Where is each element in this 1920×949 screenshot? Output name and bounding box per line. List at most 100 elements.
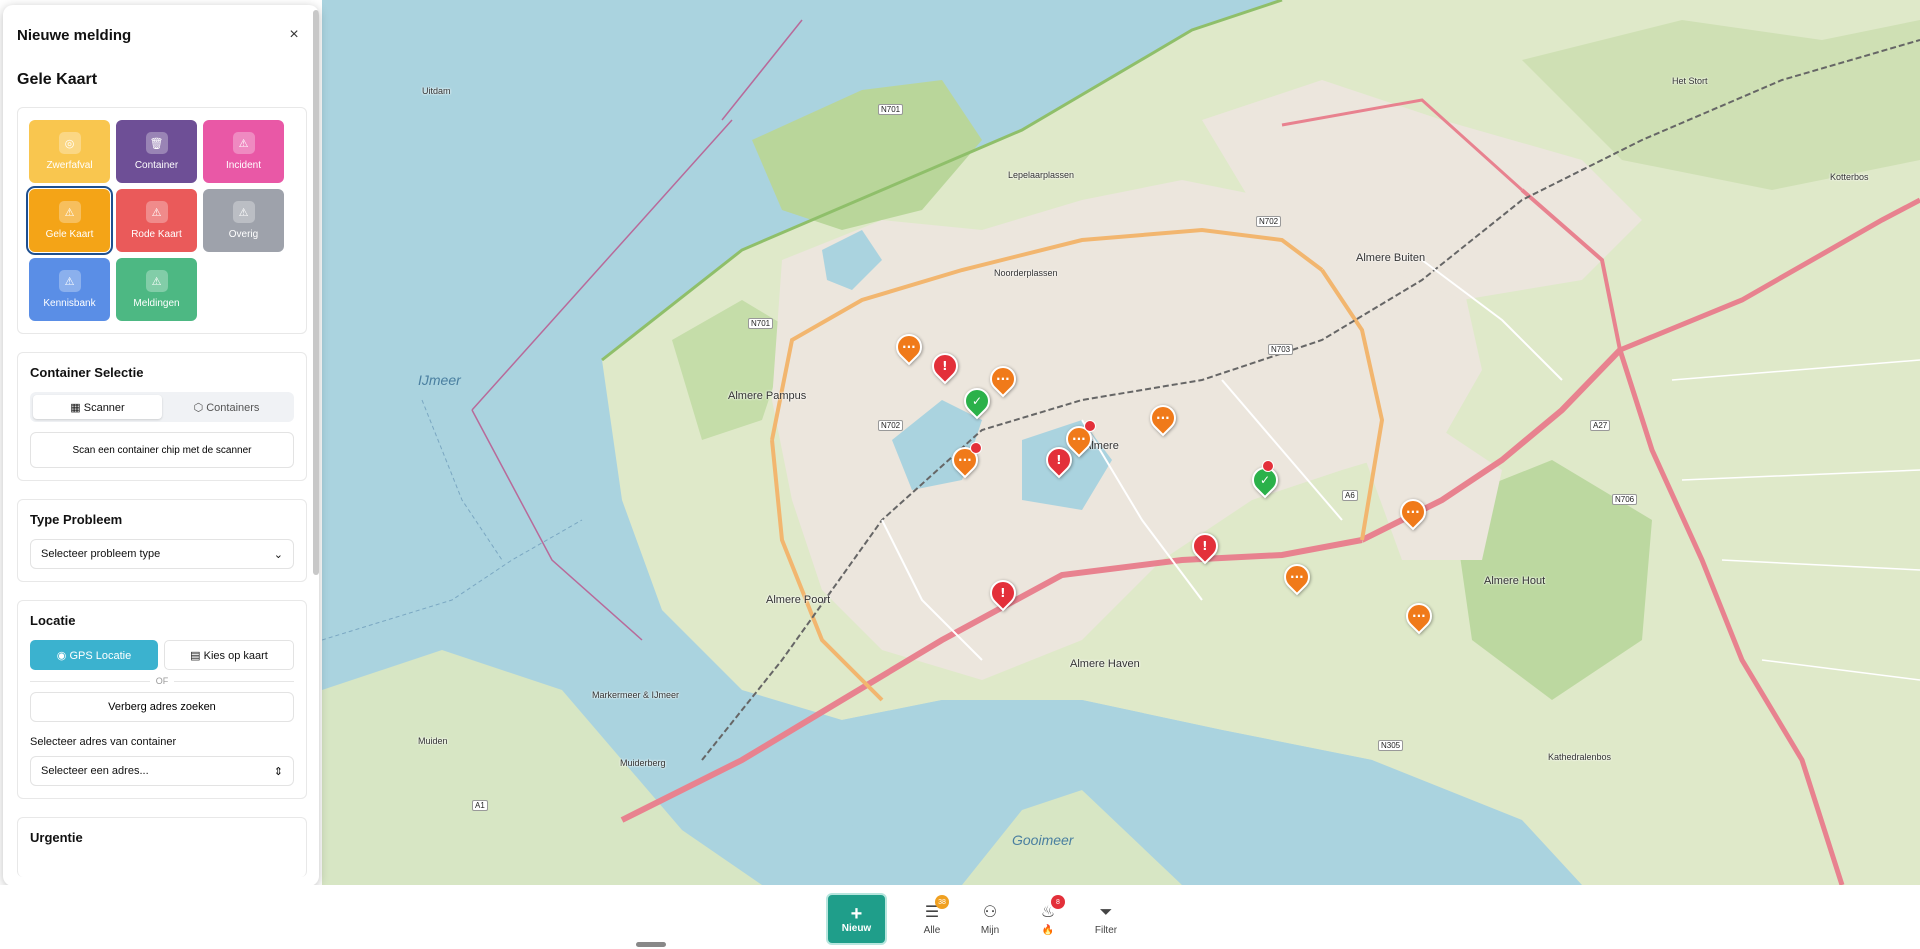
address-select[interactable]: Selecteer een adres... ⇕ bbox=[30, 756, 294, 786]
map-road-n702-east: N702 bbox=[1256, 216, 1282, 227]
problem-type-placeholder: Selecteer probleem type bbox=[41, 548, 161, 560]
container-card: Container Selectie ▦ Scanner ⬡ Container… bbox=[17, 352, 307, 481]
hide-address-search-button[interactable]: Verberg adres zoeken bbox=[30, 692, 294, 722]
nav-all-badge: 38 bbox=[935, 895, 949, 909]
map-view[interactable]: IJmeer Gooimeer Almere Pampus Almere Poo… bbox=[322, 0, 1920, 885]
warning-icon: ⚠ bbox=[58, 270, 81, 292]
map-label-het-stort: Het Stort bbox=[1672, 76, 1708, 86]
warning-icon: ⚠ bbox=[58, 201, 81, 223]
nav-hot[interactable]: ♨ 🔥 8 bbox=[1019, 893, 1077, 945]
scanner-icon: ▦ bbox=[70, 401, 84, 414]
map-road-n703: N703 bbox=[1268, 344, 1294, 355]
map-label-ijmeer: IJmeer bbox=[418, 372, 461, 388]
urgency-title: Urgentie bbox=[30, 830, 83, 845]
map-label-uitdam: Uitdam bbox=[422, 86, 451, 96]
category-tile-kennisbank[interactable]: ⚠ Kennisbank bbox=[29, 258, 110, 321]
map-pin-icon: ◎ bbox=[58, 132, 81, 154]
map-label-almere-haven: Almere Haven bbox=[1070, 658, 1140, 670]
panel-scrollbar[interactable] bbox=[313, 10, 319, 575]
location-buttons: ◉ GPS Locatie ▤ Kies op kaart bbox=[30, 640, 294, 670]
new-report-label: Nieuw bbox=[841, 922, 872, 934]
category-tile-container[interactable]: 🗑 Container bbox=[116, 120, 197, 183]
problem-type-select[interactable]: Selecteer probleem type ⌄ bbox=[30, 539, 294, 569]
pick-on-map-button[interactable]: ▤ Kies op kaart bbox=[164, 640, 294, 670]
warning-icon: ⚠ bbox=[145, 270, 168, 292]
plus-icon: + bbox=[850, 902, 863, 925]
map-label-markermeer: Markermeer & IJmeer bbox=[592, 690, 680, 700]
map-label-lepelaarplassen: Lepelaarplassen bbox=[1008, 170, 1075, 180]
gps-location-label: GPS Locatie bbox=[69, 649, 132, 662]
map-label-almere-poort: Almere Poort bbox=[766, 594, 831, 606]
close-button[interactable]: × bbox=[283, 24, 305, 46]
category-tile-zwerfafval[interactable]: ◎ Zwerfafval bbox=[29, 120, 110, 183]
panel-header: Nieuwe melding × bbox=[3, 5, 319, 49]
warning-icon: ⚠ bbox=[145, 201, 168, 223]
panel-subtitle: Gele Kaart bbox=[17, 71, 98, 88]
category-tile-label: Zwerfafval bbox=[46, 160, 93, 171]
or-divider: OF bbox=[30, 676, 294, 686]
tab-containers[interactable]: ⬡ Containers bbox=[162, 395, 291, 419]
new-report-button[interactable]: + Nieuw bbox=[826, 893, 887, 945]
problem-card: Type Probleem Selecteer probleem type ⌄ bbox=[17, 499, 307, 582]
warning-icon: ⚠ bbox=[232, 201, 255, 223]
category-tile-label: Rode Kaart bbox=[131, 229, 182, 240]
category-tile-label: Incident bbox=[225, 160, 262, 171]
container-tabs: ▦ Scanner ⬡ Containers bbox=[30, 392, 294, 422]
map-label-muiderberg: Muiderberg bbox=[620, 758, 666, 768]
map-road-a6: A6 bbox=[1342, 490, 1358, 501]
map-road-n702: N702 bbox=[878, 420, 904, 431]
map-label-noorderplassen: Noorderplassen bbox=[994, 268, 1058, 278]
map-label-almere-buiten: Almere Buiten bbox=[1356, 252, 1426, 264]
nav-all[interactable]: ☰ Alle 38 bbox=[903, 893, 961, 945]
map-marker-mini-badge bbox=[970, 442, 982, 454]
panel-title: Nieuwe melding bbox=[17, 26, 132, 44]
container-title: Container Selectie bbox=[30, 365, 144, 380]
category-tile-label: Gele Kaart bbox=[45, 229, 94, 240]
category-tile-meldingen[interactable]: ⚠ Meldingen bbox=[116, 258, 197, 321]
problem-title: Type Probleem bbox=[30, 512, 123, 527]
tab-scanner[interactable]: ▦ Scanner bbox=[33, 395, 162, 419]
category-tile-label: Overig bbox=[228, 229, 259, 240]
category-tile-incident[interactable]: ⚠ Incident bbox=[203, 120, 284, 183]
gps-location-button[interactable]: ◉ GPS Locatie bbox=[30, 640, 158, 670]
nav-mine[interactable]: ⚇ Mijn bbox=[961, 893, 1019, 945]
map-road-n305: N305 bbox=[1378, 740, 1404, 751]
bottom-navigation: + Nieuw ☰ Alle 38 ⚇ Mijn ♨ 🔥 8 ⏷ Filter bbox=[0, 885, 1920, 949]
map-marker-mini-badge bbox=[1084, 420, 1096, 432]
nav-mine-label: Mijn bbox=[980, 924, 1000, 936]
category-grid: ◎ Zwerfafval 🗑 Container ⚠ Incident ⚠ Gele Kaar… bbox=[26, 120, 295, 321]
scan-button[interactable]: Scan een container chip met de scanner bbox=[30, 432, 294, 468]
category-tile-overig[interactable]: ⚠ Overig bbox=[203, 189, 284, 252]
drag-handle[interactable] bbox=[636, 942, 666, 947]
map-road-n701-north: N701 bbox=[878, 104, 904, 115]
map-label-kathedralenbos: Kathedralenbos bbox=[1548, 752, 1612, 762]
location-card: Locatie ◉ GPS Locatie ▤ Kies op kaart OF… bbox=[17, 600, 307, 799]
map-tiles bbox=[322, 0, 1920, 885]
map-road-n706: N706 bbox=[1612, 494, 1638, 505]
tab-containers-label: Containers bbox=[206, 401, 260, 414]
tab-scanner-label: Scanner bbox=[83, 401, 125, 414]
chevron-down-icon: ⌄ bbox=[273, 548, 283, 561]
nav-filter[interactable]: ⏷ Filter bbox=[1077, 893, 1135, 945]
category-tile-label: Container bbox=[134, 160, 179, 171]
map-label-gooimeer: Gooimeer bbox=[1012, 832, 1074, 848]
pick-on-map-label: Kies op kaart bbox=[203, 649, 268, 662]
category-tile-label: Meldingen bbox=[133, 298, 180, 309]
nav-hot-badge: 8 bbox=[1051, 895, 1065, 909]
map-label-almere-pampus: Almere Pampus bbox=[728, 390, 807, 402]
trash-icon: 🗑 bbox=[145, 132, 168, 154]
address-label: Selecteer adres van container bbox=[30, 736, 177, 748]
map-icon: ▤ bbox=[190, 649, 204, 662]
urgency-card: Urgentie bbox=[17, 817, 307, 877]
address-placeholder: Selecteer een adres... bbox=[41, 765, 149, 777]
category-tile-rode-kaart[interactable]: ⚠ Rode Kaart bbox=[116, 189, 197, 252]
map-road-n701: N701 bbox=[748, 318, 774, 329]
category-tile-gele-kaart[interactable]: ⚠ Gele Kaart bbox=[26, 186, 113, 255]
filter-icon: ⏷ bbox=[1099, 901, 1113, 921]
map-label-almere-hout: Almere Hout bbox=[1484, 575, 1546, 587]
location-title: Locatie bbox=[30, 613, 76, 628]
nav-filter-label: Filter bbox=[1094, 924, 1118, 936]
panel-scroll-area[interactable]: ◎ Zwerfafval 🗑 Container ⚠ Incident ⚠ Gele Kaar… bbox=[3, 107, 319, 886]
map-road-a27: A27 bbox=[1590, 420, 1611, 431]
category-card: ◎ Zwerfafval 🗑 Container ⚠ Incident ⚠ Gele Kaar… bbox=[17, 107, 307, 334]
